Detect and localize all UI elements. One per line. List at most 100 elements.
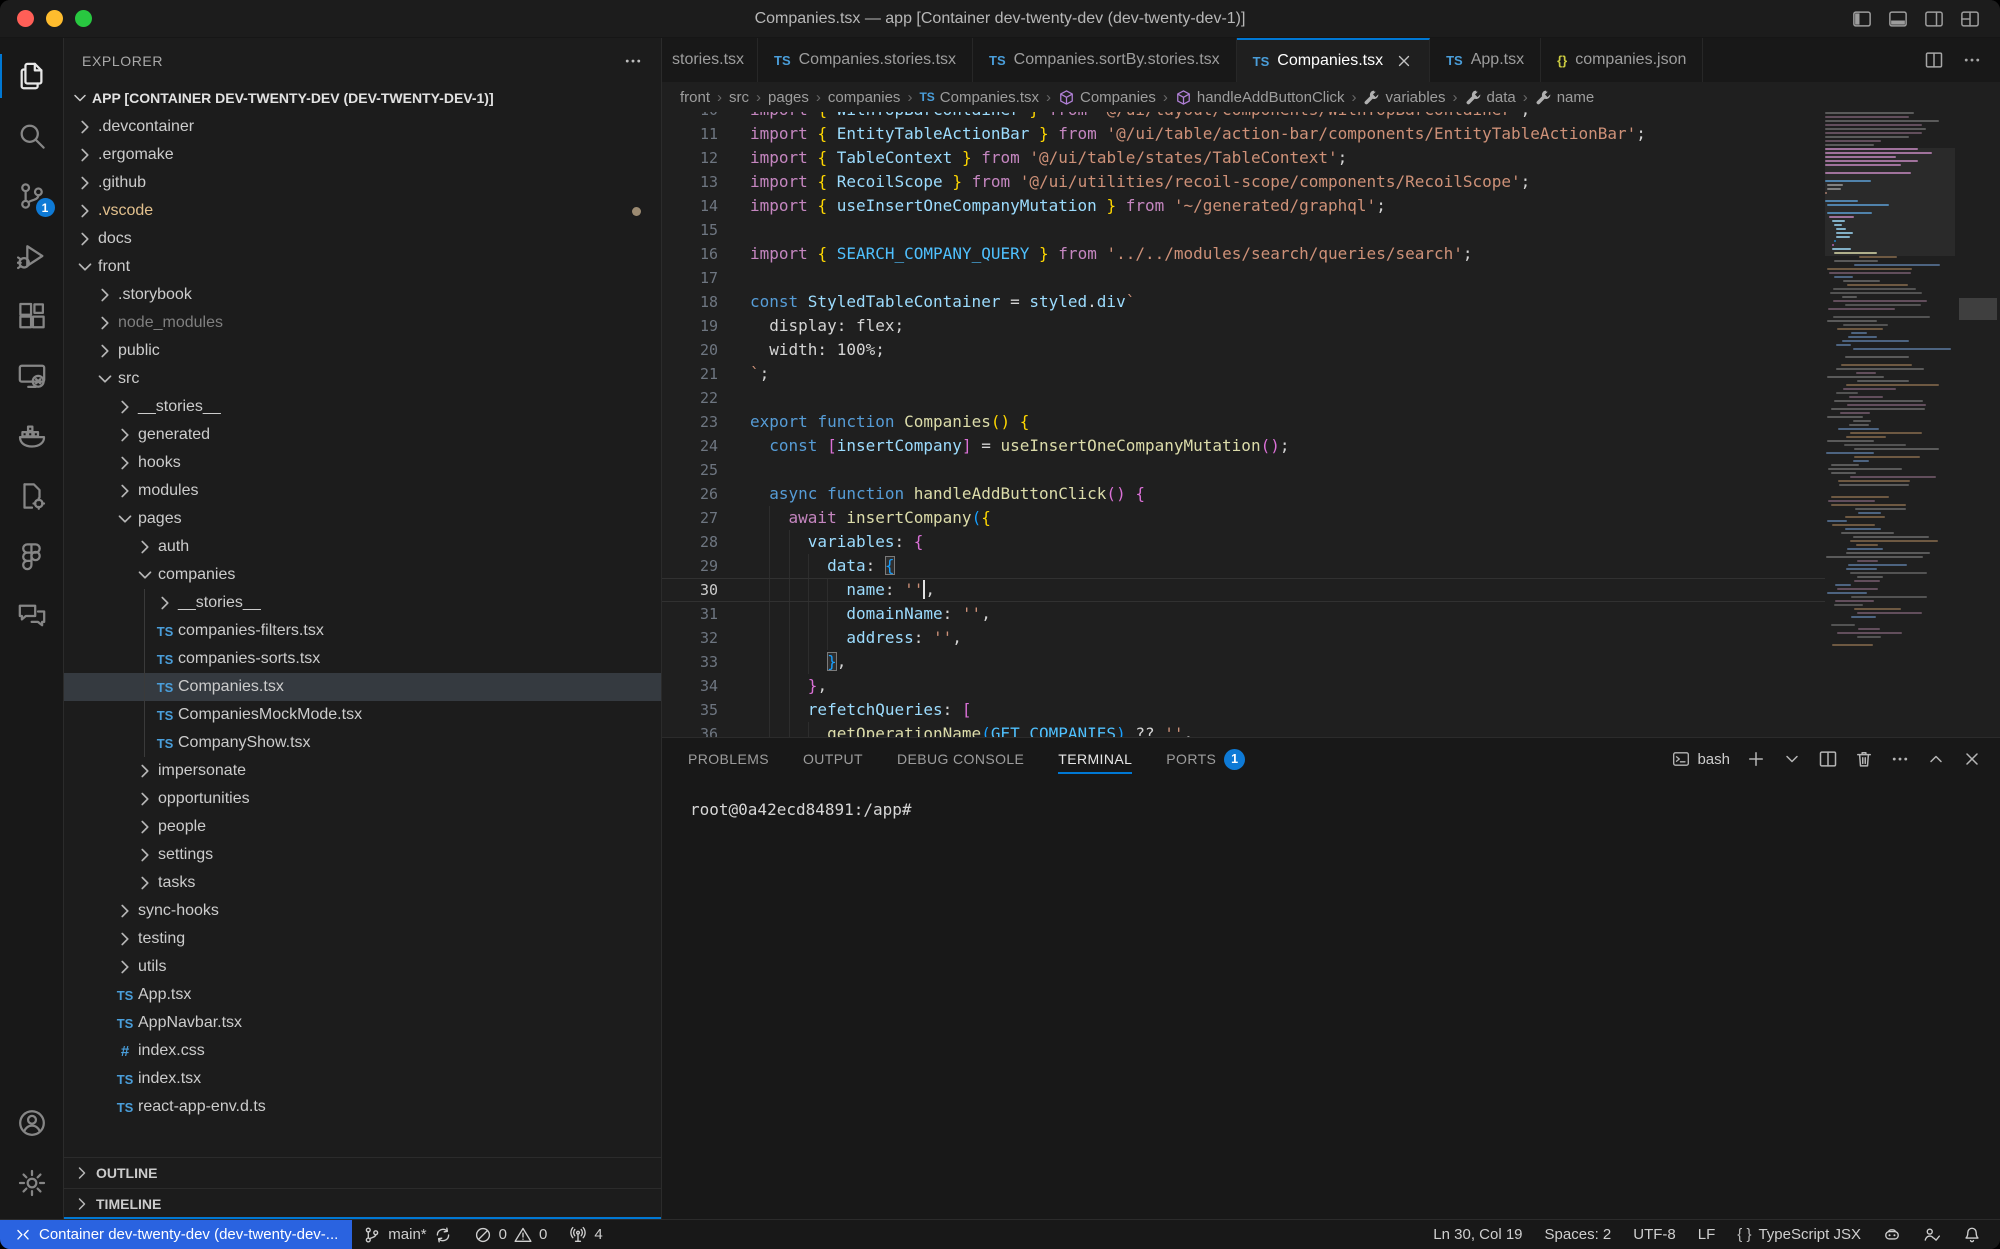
code-line-18[interactable]: 18const StyledTableContainer = styled.di…	[662, 290, 1825, 314]
tree-item-tasks[interactable]: tasks	[64, 869, 661, 897]
activity-item-search[interactable]	[0, 106, 64, 166]
activity-item-extensions[interactable]	[0, 286, 64, 346]
trash-icon[interactable]	[1854, 749, 1874, 769]
tree-item--ergomake[interactable]: .ergomake	[64, 141, 661, 169]
tree-item-front[interactable]: front	[64, 253, 661, 281]
tree-item-testing[interactable]: testing	[64, 925, 661, 953]
tree-item-pages[interactable]: pages	[64, 505, 661, 533]
tree-item-companies-filters-tsx[interactable]: TScompanies-filters.tsx	[64, 617, 661, 645]
sidebar-section-outline[interactable]: OUTLINE	[64, 1157, 661, 1188]
split-editor-icon[interactable]	[1924, 50, 1944, 70]
status-ln-30-col-19[interactable]: Ln 30, Col 19	[1422, 1220, 1533, 1249]
window-close-button[interactable]	[17, 10, 34, 27]
layout-panel-icon[interactable]	[1888, 9, 1908, 29]
panel-tab-problems[interactable]: PROBLEMS	[688, 738, 769, 780]
tree-item-appnavbar-tsx[interactable]: TSAppNavbar.tsx	[64, 1009, 661, 1037]
tree-item-modules[interactable]: modules	[64, 477, 661, 505]
tab-companies-tsx[interactable]: TSCompanies.tsx	[1237, 38, 1430, 82]
activity-item-source-control[interactable]: 1	[0, 166, 64, 226]
activity-item-run-debug[interactable]	[0, 226, 64, 286]
code-line-32[interactable]: 32 address: '',	[662, 626, 1825, 650]
tree-item-node-modules[interactable]: node_modules	[64, 309, 661, 337]
code-line-12[interactable]: 12import { TableContext } from '@/ui/tab…	[662, 146, 1825, 170]
split-editor-icon[interactable]	[1818, 749, 1838, 769]
tree-item-companyshow-tsx[interactable]: TSCompanyShow.tsx	[64, 729, 661, 757]
breadcrumb-item-variables[interactable]: variables	[1363, 89, 1445, 106]
more-icon[interactable]	[1890, 749, 1910, 769]
status-ports[interactable]: 4	[558, 1220, 613, 1249]
scrollbar-thumb[interactable]	[1959, 298, 1997, 320]
tree-item-docs[interactable]: docs	[64, 225, 661, 253]
code-line-34[interactable]: 34 },	[662, 674, 1825, 698]
status-utf-8[interactable]: UTF-8	[1622, 1220, 1687, 1249]
tree-item-app-tsx[interactable]: TSApp.tsx	[64, 981, 661, 1009]
code-line-31[interactable]: 31 domainName: '',	[662, 602, 1825, 626]
code-line-33[interactable]: 33 },	[662, 650, 1825, 674]
tree-item-hooks[interactable]: hooks	[64, 449, 661, 477]
status-bell[interactable]	[1952, 1220, 1992, 1249]
activity-item-comments[interactable]	[0, 586, 64, 646]
code-line-22[interactable]: 22	[662, 386, 1825, 410]
tree-item-index-tsx[interactable]: TSindex.tsx	[64, 1065, 661, 1093]
breadcrumb-item-data[interactable]: data	[1465, 89, 1516, 106]
close-icon[interactable]	[1395, 52, 1413, 70]
activity-item-remote-explorer[interactable]	[0, 346, 64, 406]
terminal-body[interactable]: root@0a42ecd84891:/app#	[662, 780, 2000, 1219]
more-actions-icon[interactable]	[623, 51, 643, 71]
code-line-15[interactable]: 15	[662, 218, 1825, 242]
tree-item--stories-[interactable]: __stories__	[64, 393, 661, 421]
tree-item-settings[interactable]: settings	[64, 841, 661, 869]
tree-item-people[interactable]: people	[64, 813, 661, 841]
activity-item-docker[interactable]	[0, 406, 64, 466]
code-line-35[interactable]: 35 refetchQueries: [	[662, 698, 1825, 722]
tree-item-react-app-env-d-ts[interactable]: TSreact-app-env.d.ts	[64, 1093, 661, 1121]
window-minimize-button[interactable]	[46, 10, 63, 27]
panel-tab-terminal[interactable]: TERMINAL	[1058, 738, 1132, 780]
tree-item--devcontainer[interactable]: .devcontainer	[64, 113, 661, 141]
tree-item--github[interactable]: .github	[64, 169, 661, 197]
activity-item-explorer[interactable]	[0, 46, 64, 106]
tab-companies-sortby-stories-tsx[interactable]: TSCompanies.sortBy.stories.tsx	[973, 38, 1237, 82]
tree-item--storybook[interactable]: .storybook	[64, 281, 661, 309]
tree-item-companiesmockmode-tsx[interactable]: TSCompaniesMockMode.tsx	[64, 701, 661, 729]
code-line-24[interactable]: 24 const [insertCompany] = useInsertOneC…	[662, 434, 1825, 458]
code-editor[interactable]: 10import { WithTopBarContainer } from '@…	[662, 112, 2000, 737]
tree-item-impersonate[interactable]: impersonate	[64, 757, 661, 785]
layout-sidebar-left-icon[interactable]	[1852, 9, 1872, 29]
tree-item-index-css[interactable]: #index.css	[64, 1037, 661, 1065]
close-icon[interactable]	[1962, 749, 1982, 769]
tree-item-opportunities[interactable]: opportunities	[64, 785, 661, 813]
activity-item-account[interactable]	[0, 1093, 64, 1153]
panel-tab-debug-console[interactable]: DEBUG CONSOLE	[897, 738, 1024, 780]
tree-item-sync-hooks[interactable]: sync-hooks	[64, 897, 661, 925]
more-icon[interactable]	[1962, 50, 1982, 70]
tree-item-public[interactable]: public	[64, 337, 661, 365]
code-line-36[interactable]: 36 getOperationName(GET_COMPANIES) ?? ''…	[662, 722, 1825, 737]
plus-icon[interactable]	[1746, 749, 1766, 769]
tab-companies-stories-tsx[interactable]: TSCompanies.stories.tsx	[758, 38, 973, 82]
code-line-10[interactable]: 10import { WithTopBarContainer } from '@…	[662, 112, 1825, 122]
breadcrumb-item-companies[interactable]: Companies	[1058, 89, 1156, 106]
tree-item-companies-sorts-tsx[interactable]: TScompanies-sorts.tsx	[64, 645, 661, 673]
status-remote[interactable]: Container dev-twenty-dev (dev-twenty-dev…	[0, 1220, 352, 1249]
tree-item-companies[interactable]: companies	[64, 561, 661, 589]
code-line-30[interactable]: 30 name: '',	[662, 578, 1825, 602]
code-line-19[interactable]: 19 display: flex;	[662, 314, 1825, 338]
tree-item-src[interactable]: src	[64, 365, 661, 393]
terminal-shell-selector[interactable]: bash	[1672, 750, 1730, 768]
breadcrumb-item-companies[interactable]: companies	[828, 89, 901, 106]
status-branch[interactable]: main*	[352, 1220, 462, 1249]
tree-item--stories-[interactable]: __stories__	[64, 589, 661, 617]
code-line-11[interactable]: 11import { EntityTableActionBar } from '…	[662, 122, 1825, 146]
tab-stories-tsx[interactable]: stories.tsx	[662, 38, 758, 82]
code-line-23[interactable]: 23export function Companies() {	[662, 410, 1825, 434]
panel-tab-ports[interactable]: PORTS1	[1166, 738, 1245, 780]
editor-scrollbar[interactable]	[1955, 112, 2000, 737]
status-typescript-jsx[interactable]: { }TypeScript JSX	[1726, 1220, 1872, 1249]
breadcrumb-item-src[interactable]: src	[729, 89, 749, 106]
tab-app-tsx[interactable]: TSApp.tsx	[1430, 38, 1541, 82]
code-line-25[interactable]: 25	[662, 458, 1825, 482]
tree-item--vscode[interactable]: .vscode	[64, 197, 661, 225]
tree-item-auth[interactable]: auth	[64, 533, 661, 561]
code-line-29[interactable]: 29 data: {	[662, 554, 1825, 578]
